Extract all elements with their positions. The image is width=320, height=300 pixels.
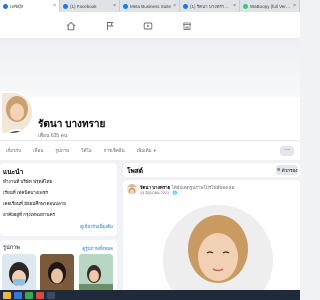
intro-title: แนะนำ	[3, 169, 24, 176]
posts-title: โพสต์	[127, 168, 143, 175]
browser-tab-3[interactable]: Meta Business Suite ×	[120, 0, 180, 12]
flag-icon[interactable]	[104, 20, 116, 32]
tab-about[interactable]: เกี่ยวกับ	[0, 147, 27, 154]
tab-photos[interactable]: รูปภาพ	[49, 147, 75, 154]
close-tab-icon[interactable]: ×	[233, 3, 236, 9]
filter-icon: ⚟	[276, 167, 281, 172]
chrome-icon[interactable]	[25, 291, 33, 299]
browser-tab-4[interactable]: (1) รัตนา บางทราย | Facebook ×	[180, 0, 240, 12]
avatar[interactable]	[127, 184, 137, 194]
photos-title: รูปภาพ	[3, 245, 20, 251]
tab-friends[interactable]: เพื่อน	[27, 147, 49, 154]
facebook-favicon-icon	[63, 3, 68, 9]
marketplace-icon[interactable]	[181, 20, 193, 32]
facebook-favicon-icon	[183, 3, 188, 9]
intro-work: ทำงานที่ บริษัท ฟรุตส์ไทย	[3, 179, 53, 184]
filter-button[interactable]: ⚟ ตัวกรอง	[276, 165, 298, 175]
profile-picture[interactable]	[0, 91, 34, 135]
close-tab-icon[interactable]: ×	[293, 3, 296, 9]
profile-tabs: เกี่ยวกับ เพื่อน รูปภาพ วิดีโอ การเช็คอิ…	[0, 140, 300, 160]
chevron-down-icon: ▾	[153, 147, 156, 153]
tab-more[interactable]: เพิ่มเติม ▾	[131, 147, 162, 154]
home-icon[interactable]	[65, 20, 77, 32]
video-icon[interactable]	[142, 20, 154, 32]
intro-past-education: เคยเรียนที่ มัธยมศึกษาตอนปลาย	[3, 201, 66, 206]
facebook-favicon-icon	[3, 3, 8, 9]
browser-tab-label: (1) รัตนา บางทราย | Facebook	[190, 3, 231, 9]
browser-tab-label: (1) Facebook	[70, 3, 97, 9]
browser-tab-strip: เฟซบุ๊ก × (1) Facebook × Meta Business S…	[0, 0, 300, 12]
app-icon[interactable]	[47, 291, 55, 299]
more-options-button[interactable]: ···	[280, 146, 294, 156]
browser-tab-2[interactable]: (1) Facebook ×	[60, 0, 120, 12]
posts-header: โพสต์ ⚟ ตัวกรอง	[123, 163, 300, 177]
intro-location: อาศัยอยู่ที่ กรุงเทพมหานคร	[3, 212, 56, 217]
browser-tab-1[interactable]: เฟซบุ๊ก ×	[0, 0, 60, 12]
browser-tab-label: WaBoopy (full Version)[Multi...	[250, 3, 291, 9]
close-tab-icon[interactable]: ×	[53, 3, 56, 9]
see-more-about-link[interactable]: ดูเกี่ยวกับเพิ่มเติม	[80, 223, 113, 230]
facebook-top-nav	[0, 12, 300, 39]
cover-photo[interactable]	[0, 39, 300, 97]
tab-more-label: เพิ่มเติม	[136, 148, 152, 153]
explorer-icon[interactable]	[3, 291, 11, 299]
post-profile-photo[interactable]	[163, 205, 273, 300]
browser-tab-label: เฟซบุ๊ก	[10, 3, 24, 9]
filter-label: ตัวกรอง	[281, 167, 298, 173]
app-icon[interactable]	[36, 291, 44, 299]
profile-name: รัตนา บางทราย	[38, 119, 106, 130]
browser-app-icon[interactable]	[14, 291, 22, 299]
tab-checkins[interactable]: การเช็คอิน	[98, 147, 131, 154]
waboopy-favicon-icon	[243, 3, 248, 9]
intro-education: เรียนที่ เทคนิคบางเพชร	[3, 190, 49, 195]
post-card: รัตนา บางทราย ได้อัปเดตรูปภาพโปรไฟล์ของเ…	[123, 180, 300, 300]
os-taskbar	[0, 290, 300, 300]
close-tab-icon[interactable]: ×	[113, 3, 116, 9]
post-action: ได้อัปเดตรูปภาพโปรไฟล์ของเธอ	[170, 185, 235, 190]
see-all-photos-link[interactable]: ดูรูปภาพทั้งหมด	[82, 245, 113, 252]
friends-count[interactable]: เพื่อน 635 คน	[38, 132, 67, 140]
browser-tab-label: Meta Business Suite	[130, 3, 172, 9]
meta-favicon-icon	[123, 3, 128, 9]
tab-videos[interactable]: วิดีโอ	[75, 147, 98, 154]
post-timestamp[interactable]: 13 มิถุนายน 2021 · 🌐	[140, 190, 177, 196]
browser-tab-5[interactable]: WaBoopy (full Version)[Multi... ×	[240, 0, 300, 12]
close-tab-icon[interactable]: ×	[173, 3, 176, 9]
intro-card: แนะนำ ทำงานที่ บริษัท ฟรุตส์ไทย เรียนที่…	[0, 163, 117, 236]
